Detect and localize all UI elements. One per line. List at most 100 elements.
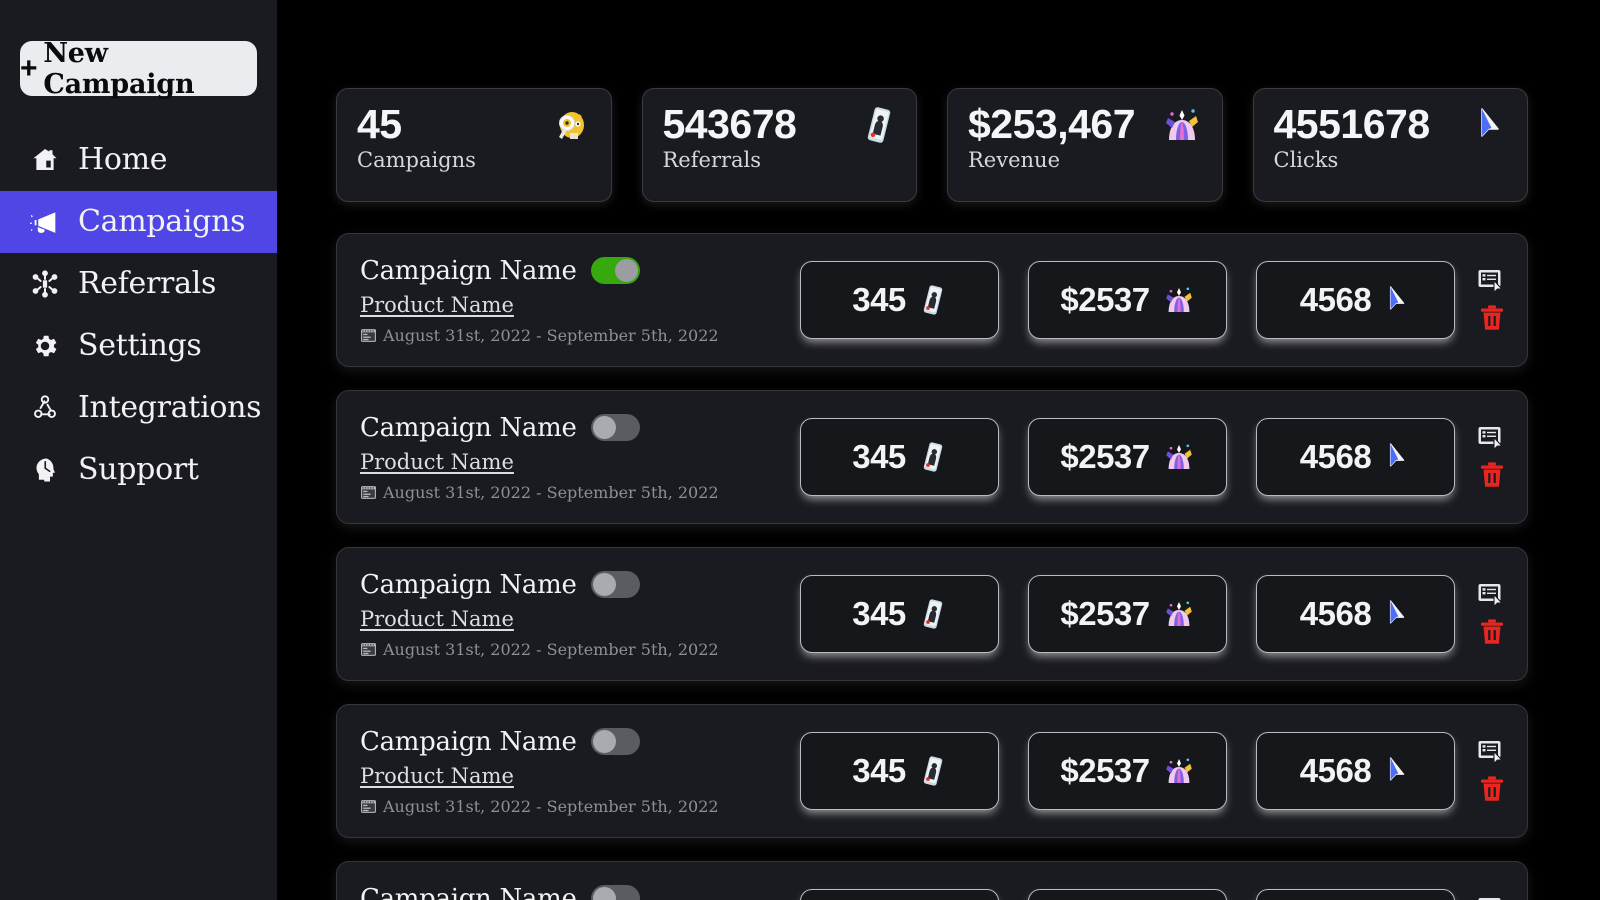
campaign-row[interactable]: Campaign Name Product Name August 31st, … bbox=[336, 233, 1528, 367]
campaign-info: Campaign Name Product Name August 31st, … bbox=[360, 884, 800, 900]
campaign-row[interactable]: Campaign Name Product Name August 31st, … bbox=[336, 390, 1528, 524]
metric-chip-referrals[interactable]: 345 bbox=[800, 261, 999, 339]
metric-chip-clicks[interactable]: 4568 bbox=[1256, 732, 1455, 810]
edit-details-icon[interactable] bbox=[1477, 582, 1507, 608]
metric-chip-clicks[interactable]: 4568 bbox=[1256, 889, 1455, 900]
phone-person-icon bbox=[919, 598, 947, 630]
campaign-date-text: August 31st, 2022 - September 5th, 2022 bbox=[383, 325, 719, 345]
campaign-date-text: August 31st, 2022 - September 5th, 2022 bbox=[383, 796, 719, 816]
plus-icon: + bbox=[20, 51, 38, 85]
delete-icon[interactable] bbox=[1479, 461, 1505, 489]
delete-icon[interactable] bbox=[1479, 304, 1505, 332]
metric-chip-referrals[interactable]: 345 bbox=[800, 418, 999, 496]
campaign-date-text: August 31st, 2022 - September 5th, 2022 bbox=[383, 639, 719, 659]
stat-label: Referrals bbox=[662, 148, 762, 173]
campaign-metrics: 345 $2537 4568 bbox=[800, 418, 1455, 496]
row-actions bbox=[1477, 896, 1507, 900]
metric-chip-revenue[interactable]: $2537 bbox=[1028, 418, 1227, 496]
campaign-info: Campaign Name Product Name August 31st, … bbox=[360, 413, 800, 502]
money-celebration-icon bbox=[1154, 106, 1202, 144]
metric-chip-referrals[interactable]: 345 bbox=[800, 889, 999, 900]
campaign-status-toggle[interactable] bbox=[590, 571, 640, 598]
metric-chip-clicks[interactable]: 4568 bbox=[1256, 418, 1455, 496]
stat-value: $253,467 bbox=[968, 101, 1136, 147]
campaign-date-range: August 31st, 2022 - September 5th, 2022 bbox=[360, 483, 800, 502]
campaign-row[interactable]: Campaign Name Product Name August 31st, … bbox=[336, 861, 1528, 900]
campaign-metrics: 345 $2537 4568 bbox=[800, 889, 1455, 900]
campaign-status-toggle[interactable] bbox=[590, 414, 640, 441]
campaign-title-line: Campaign Name bbox=[360, 727, 800, 757]
delete-icon[interactable] bbox=[1479, 775, 1505, 803]
stat-card-campaigns: 45 Campaigns bbox=[336, 88, 612, 202]
metric-value: 4568 bbox=[1299, 752, 1372, 789]
robot-magnifier-icon bbox=[543, 106, 591, 144]
product-name-link[interactable]: Product Name bbox=[360, 764, 514, 788]
stat-top: 45 bbox=[357, 102, 591, 146]
metric-value: $2537 bbox=[1060, 595, 1150, 632]
stat-top: 4551678 bbox=[1273, 101, 1508, 147]
product-name-link[interactable]: Product Name bbox=[360, 293, 514, 317]
campaign-metrics: 345 $2537 4568 bbox=[800, 732, 1455, 810]
edit-details-icon[interactable] bbox=[1477, 739, 1507, 765]
sidebar-item-support[interactable]: Support bbox=[0, 439, 277, 501]
gear-icon bbox=[28, 329, 62, 363]
metric-chip-referrals[interactable]: 345 bbox=[800, 575, 999, 653]
sidebar-item-label: Campaigns bbox=[78, 204, 246, 239]
calendar-icon bbox=[360, 641, 377, 658]
campaign-title-line: Campaign Name bbox=[360, 413, 800, 443]
metric-chip-clicks[interactable]: 4568 bbox=[1256, 575, 1455, 653]
stat-label: Revenue bbox=[968, 148, 1061, 173]
sidebar-item-campaigns[interactable]: Campaigns bbox=[0, 191, 277, 253]
campaign-row[interactable]: Campaign Name Product Name August 31st, … bbox=[336, 547, 1528, 681]
campaign-title-line: Campaign Name bbox=[360, 570, 800, 600]
edit-details-icon[interactable] bbox=[1477, 425, 1507, 451]
campaign-name: Campaign Name bbox=[360, 569, 577, 600]
sidebar-nav: Home Campaigns Referrals Settings Integr… bbox=[0, 129, 277, 501]
home-icon bbox=[28, 143, 62, 177]
campaign-status-toggle[interactable] bbox=[590, 728, 640, 755]
metric-chip-revenue[interactable]: $2537 bbox=[1028, 732, 1227, 810]
metric-chip-revenue[interactable]: $2537 bbox=[1028, 261, 1227, 339]
stat-card-referrals: 543678 Referrals bbox=[641, 88, 917, 202]
edit-details-icon[interactable] bbox=[1477, 896, 1507, 900]
calendar-icon bbox=[360, 484, 377, 501]
sidebar-item-label: Integrations bbox=[78, 390, 262, 425]
toggle-knob bbox=[592, 887, 616, 900]
campaign-metrics: 345 $2537 4568 bbox=[800, 575, 1455, 653]
metric-chip-clicks[interactable]: 4568 bbox=[1256, 261, 1455, 339]
row-actions bbox=[1477, 739, 1507, 803]
sidebar-item-referrals[interactable]: Referrals bbox=[0, 253, 277, 315]
delete-icon[interactable] bbox=[1479, 618, 1505, 646]
product-name-link[interactable]: Product Name bbox=[360, 607, 514, 631]
campaign-title-line: Campaign Name bbox=[360, 884, 800, 900]
head-clock-icon bbox=[28, 453, 62, 487]
campaign-row[interactable]: Campaign Name Product Name August 31st, … bbox=[336, 704, 1528, 838]
sidebar-item-home[interactable]: Home bbox=[0, 129, 277, 191]
edit-details-icon[interactable] bbox=[1477, 268, 1507, 294]
product-name-link[interactable]: Product Name bbox=[360, 450, 514, 474]
cursor-arrow-icon bbox=[1466, 106, 1507, 144]
metric-chip-revenue[interactable]: $2537 bbox=[1028, 575, 1227, 653]
phone-person-icon bbox=[854, 106, 896, 144]
campaign-status-toggle[interactable] bbox=[590, 257, 640, 284]
campaign-metrics: 345 $2537 4568 bbox=[800, 261, 1455, 339]
metric-chip-referrals[interactable]: 345 bbox=[800, 732, 999, 810]
stats-row: 45 Campaigns 543678 Referrals $253,467 R… bbox=[336, 88, 1528, 202]
stat-value: 543678 bbox=[662, 101, 797, 147]
campaign-info: Campaign Name Product Name August 31st, … bbox=[360, 570, 800, 659]
megaphone-icon bbox=[28, 205, 62, 239]
metric-value: 345 bbox=[852, 281, 906, 318]
stat-value: 4551678 bbox=[1273, 101, 1431, 147]
new-campaign-button[interactable]: + New Campaign bbox=[20, 38, 257, 100]
sidebar-item-settings[interactable]: Settings bbox=[0, 315, 277, 377]
sidebar-item-integrations[interactable]: Integrations bbox=[0, 377, 277, 439]
campaign-date-text: August 31st, 2022 - September 5th, 2022 bbox=[383, 482, 719, 502]
money-celebration-icon bbox=[1163, 598, 1195, 630]
metric-chip-revenue[interactable]: $2537 bbox=[1028, 889, 1227, 900]
metric-value: 4568 bbox=[1299, 281, 1372, 318]
metric-value: 4568 bbox=[1299, 438, 1372, 475]
campaign-status-toggle[interactable] bbox=[590, 885, 640, 900]
phone-person-icon bbox=[919, 284, 947, 316]
metric-value: $2537 bbox=[1060, 752, 1150, 789]
calendar-icon bbox=[360, 327, 377, 344]
